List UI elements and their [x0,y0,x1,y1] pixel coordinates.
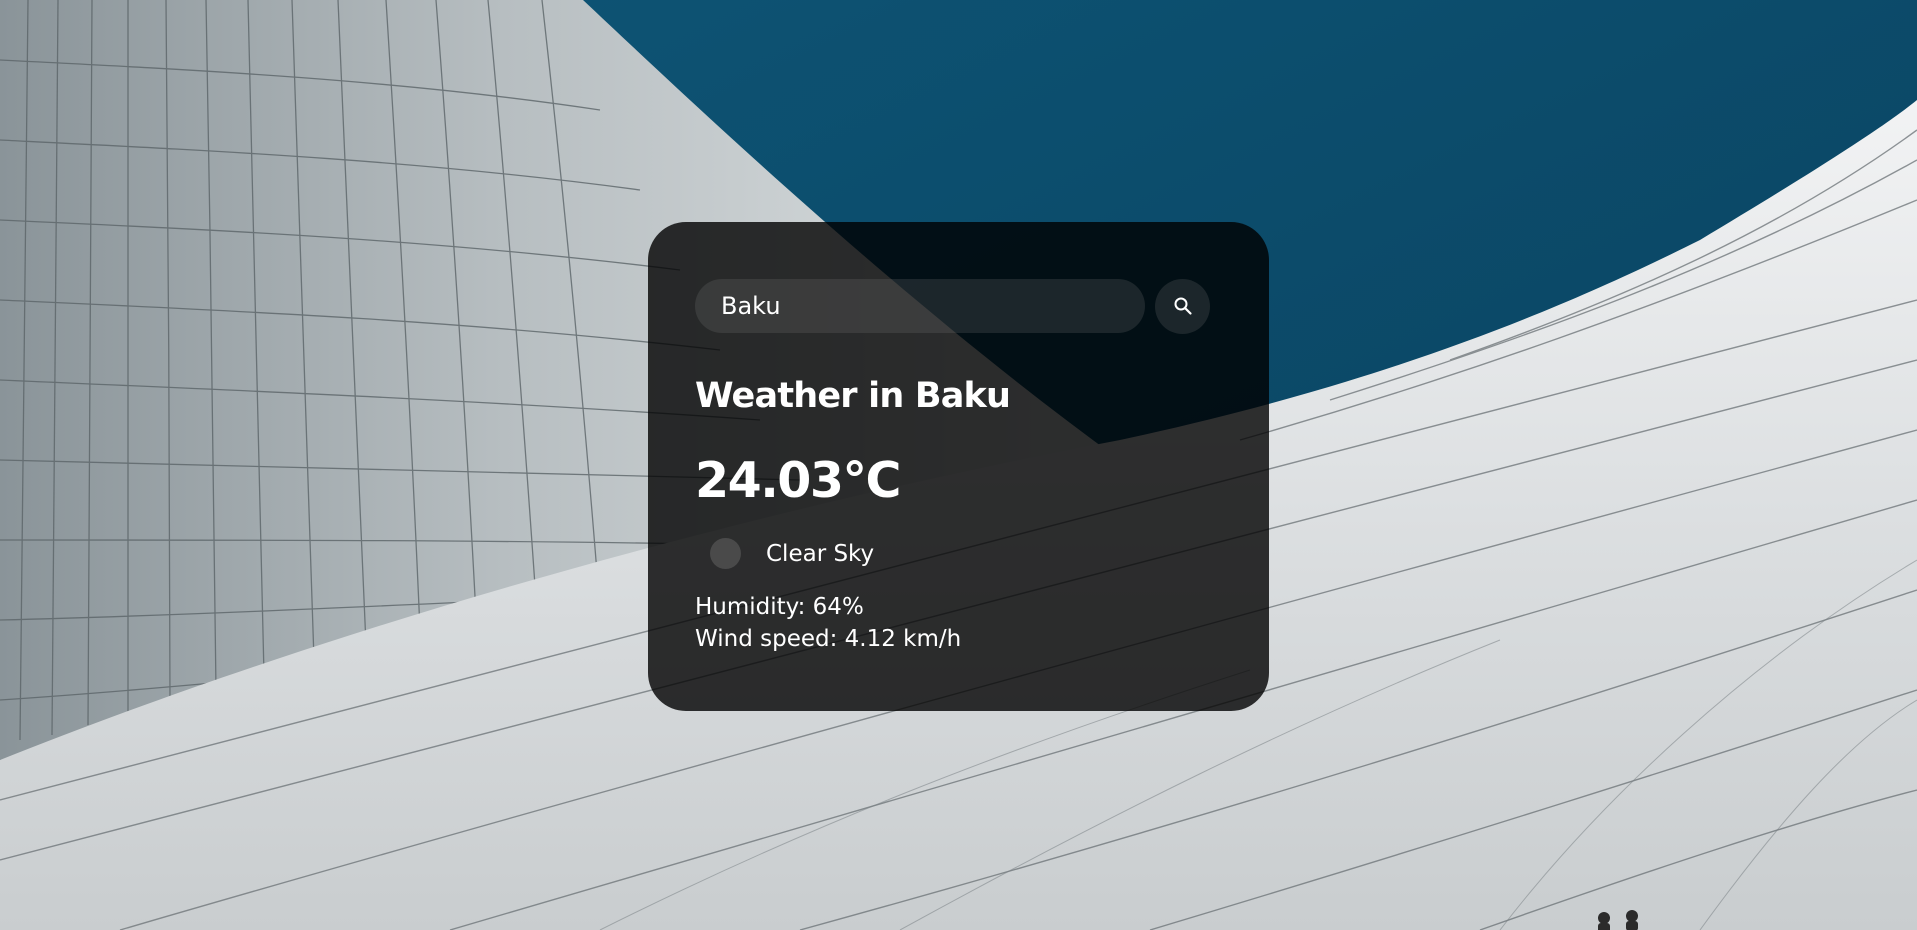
search-icon [1174,297,1192,315]
search-bar [695,278,1222,334]
humidity: Humidity: 64% [695,594,864,621]
city-title: Weather in Baku [695,376,1011,416]
weather-description: Clear Sky [766,540,875,567]
weather-description-row: Clear Sky [695,538,1222,570]
wind-speed: Wind speed: 4.12 km/h [695,626,962,653]
weather-icon [710,538,741,570]
weather-card: Weather in Baku 24.03°C Clear Sky Humidi… [648,222,1269,711]
temperature: 24.03°C [695,451,901,509]
search-button[interactable] [1155,278,1210,334]
city-search-input[interactable] [695,279,1145,333]
